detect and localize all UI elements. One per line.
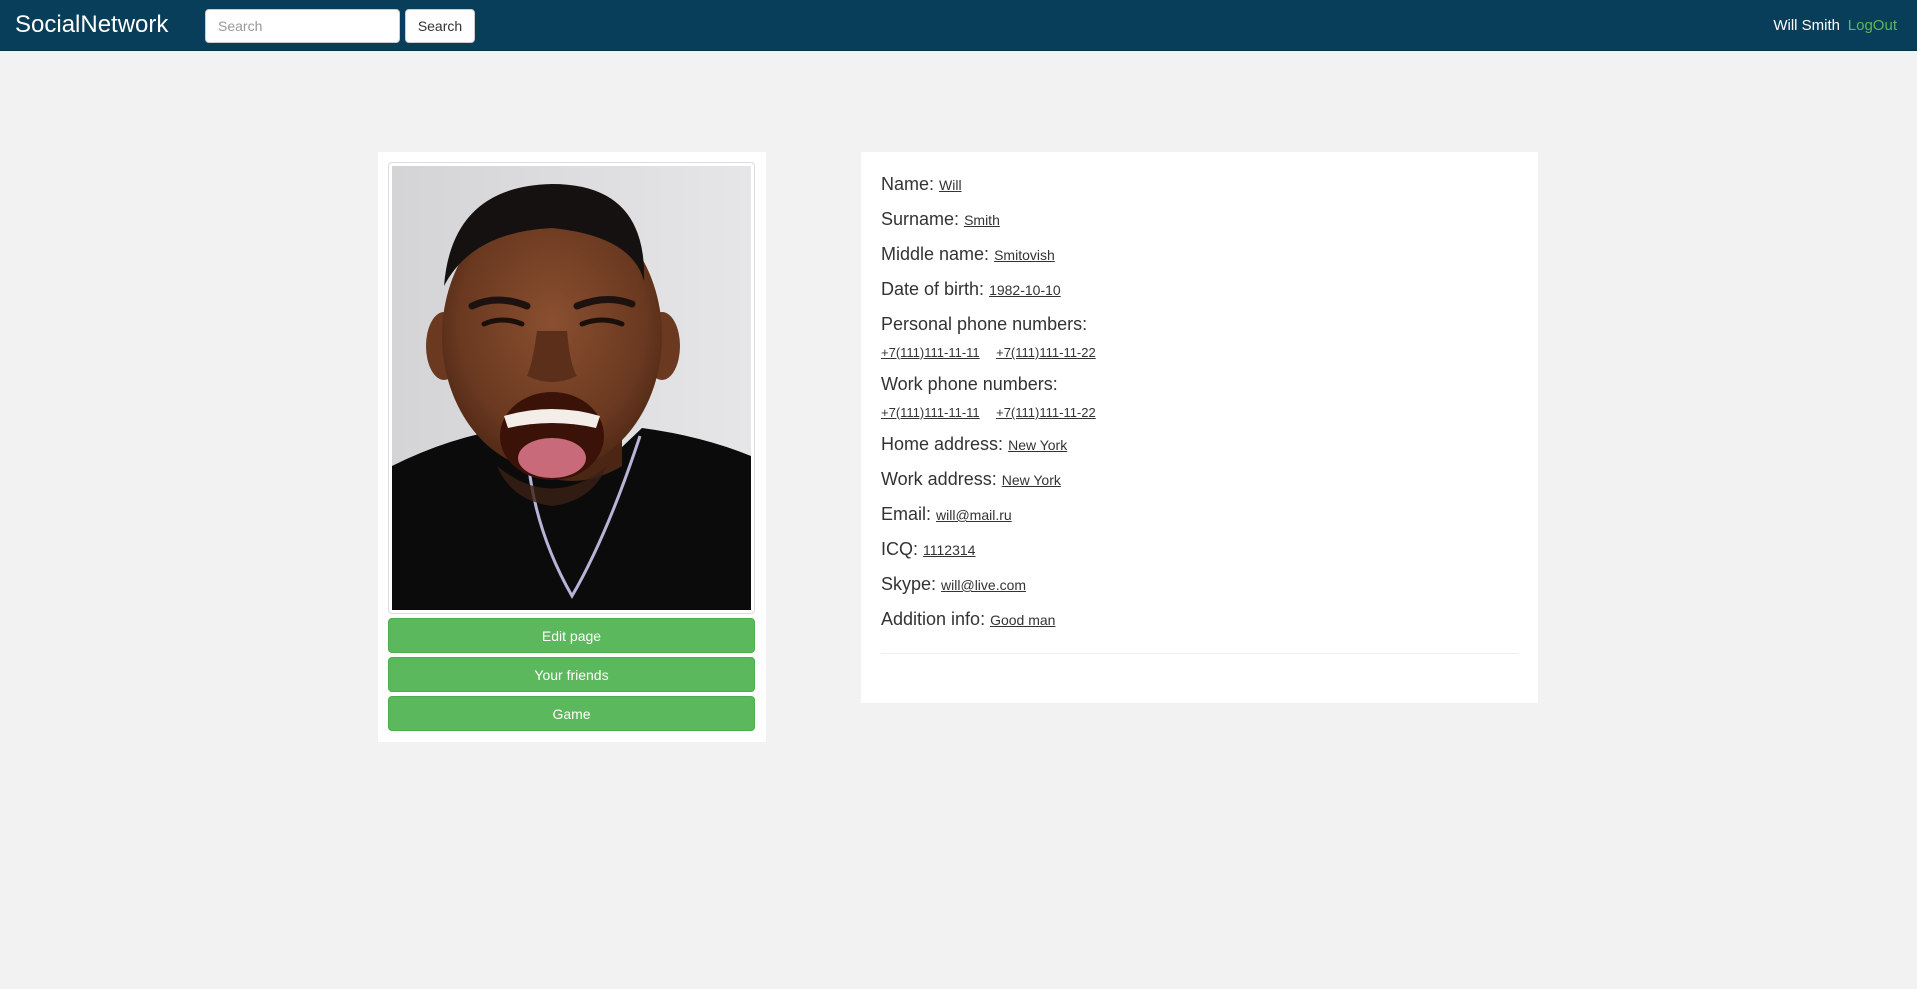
info-label: Work phone numbers:: [881, 374, 1058, 394]
personal-phone-list: +7(111)111-11-11 +7(111)111-11-22: [881, 344, 1518, 362]
info-row-name: Name: Will: [881, 172, 1518, 196]
avatar-frame: [388, 162, 755, 614]
email-value-link[interactable]: will@mail.ru: [936, 507, 1012, 523]
info-row-icq: ICQ: 1112314: [881, 537, 1518, 561]
info-row-date-of-birth: Date of birth: 1982-10-10: [881, 277, 1518, 301]
name-value-link[interactable]: Will: [939, 177, 962, 193]
info-label: Name:: [881, 174, 935, 194]
info-label: Email:: [881, 504, 932, 524]
avatar-photo: [392, 166, 751, 610]
info-label: Addition info:: [881, 609, 986, 629]
info-row-skype: Skype: will@live.com: [881, 572, 1518, 596]
top-navbar: SocialNetwork Search Will Smith LogOut: [0, 0, 1917, 51]
info-label: Date of birth:: [881, 279, 985, 299]
work-address-value-link[interactable]: New York: [1002, 472, 1061, 488]
profile-photo-panel: Edit page Your friends Game: [378, 152, 766, 742]
work-phone-link[interactable]: +7(111)111-11-22: [996, 405, 1096, 420]
logout-link[interactable]: LogOut: [1848, 17, 1897, 35]
work-phone-link[interactable]: +7(111)111-11-11: [881, 405, 980, 420]
info-label: Skype:: [881, 574, 937, 594]
brand-link[interactable]: SocialNetwork: [15, 10, 168, 40]
info-row-middle-name: Middle name: Smitovish: [881, 242, 1518, 266]
work-phone-list: +7(111)111-11-11 +7(111)111-11-22: [881, 404, 1518, 422]
info-row-work-phones: Work phone numbers:: [881, 372, 1518, 396]
info-row-surname: Surname: Smith: [881, 207, 1518, 231]
search-button[interactable]: Search: [405, 9, 475, 43]
current-user-name: Will Smith: [1773, 17, 1840, 34]
info-label: Surname:: [881, 209, 960, 229]
info-label: ICQ:: [881, 539, 919, 559]
info-divider: [881, 653, 1518, 654]
info-row-home-address: Home address: New York: [881, 432, 1518, 456]
edit-page-button[interactable]: Edit page: [388, 618, 755, 653]
home-address-value-link[interactable]: New York: [1008, 437, 1067, 453]
icq-value-link[interactable]: 1112314: [923, 542, 975, 558]
birth-date-value-link[interactable]: 1982-10-10: [989, 282, 1061, 298]
info-row-personal-phones: Personal phone numbers:: [881, 312, 1518, 336]
your-friends-button[interactable]: Your friends: [388, 657, 755, 692]
info-row-work-address: Work address: New York: [881, 467, 1518, 491]
game-button[interactable]: Game: [388, 696, 755, 731]
profile-info-panel: Name: Will Surname: Smith Middle name: S…: [861, 152, 1538, 703]
info-label: Personal phone numbers:: [881, 314, 1088, 334]
skype-value-link[interactable]: will@live.com: [941, 577, 1026, 593]
surname-value-link[interactable]: Smith: [964, 212, 1000, 228]
addition-info-value-link[interactable]: Good man: [990, 612, 1055, 628]
info-label: Work address:: [881, 469, 997, 489]
personal-phone-link[interactable]: +7(111)111-11-22: [996, 345, 1096, 360]
personal-phone-link[interactable]: +7(111)111-11-11: [881, 345, 980, 360]
info-label: Middle name:: [881, 244, 990, 264]
info-row-email: Email: will@mail.ru: [881, 502, 1518, 526]
info-label: Home address:: [881, 434, 1004, 454]
info-row-addition-info: Addition info: Good man: [881, 607, 1518, 631]
middle-name-value-link[interactable]: Smitovish: [994, 247, 1055, 263]
search-input[interactable]: [205, 9, 400, 43]
